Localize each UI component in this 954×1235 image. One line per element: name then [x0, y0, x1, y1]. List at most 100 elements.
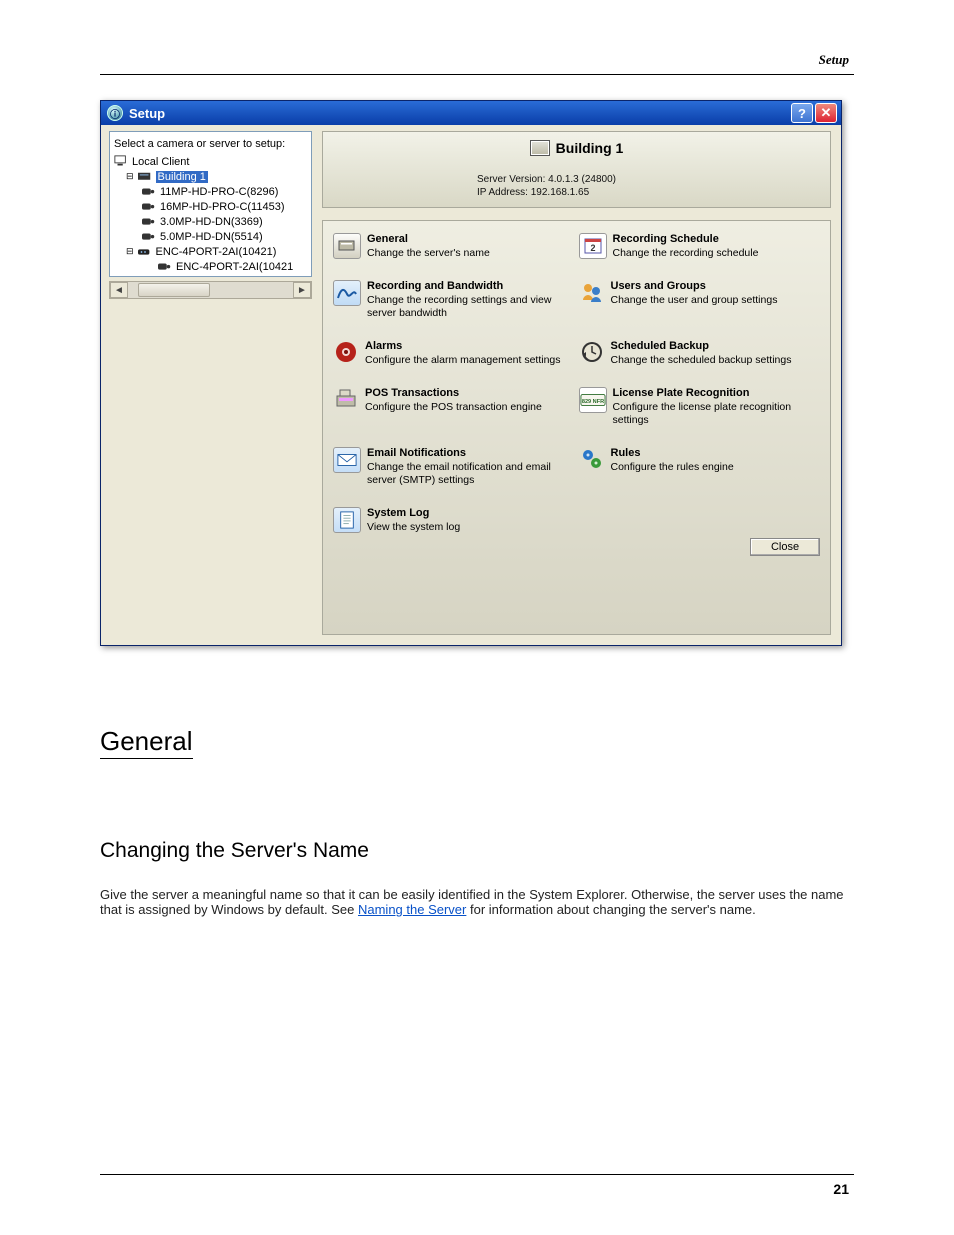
bottom-rule	[100, 1174, 854, 1175]
email-icon	[333, 447, 361, 473]
option-rules[interactable]: RulesConfigure the rules engine	[579, 447, 821, 487]
scroll-thumb[interactable]	[138, 283, 210, 297]
monitor-icon	[114, 156, 128, 168]
alarm-icon	[333, 340, 359, 364]
tree-item-encoder[interactable]: ⊟ ENC-4PORT-2AI(10421)	[126, 244, 309, 259]
option-scheduled-backup[interactable]: Scheduled BackupChange the scheduled bac…	[579, 340, 821, 367]
option-recording-bandwidth[interactable]: Recording and BandwidthChange the record…	[333, 280, 575, 320]
option-title: Scheduled Backup	[611, 340, 792, 354]
gears-icon	[579, 447, 605, 471]
camera-icon	[142, 186, 156, 198]
option-title: General	[367, 233, 490, 247]
camera-icon	[142, 231, 156, 243]
scroll-right-arrow[interactable]: ►	[293, 282, 311, 298]
setup-dialog: ⓘ Setup ? ✕ Select a camera or server to…	[100, 100, 842, 646]
body-paragraph: Give the server a meaningful name so tha…	[100, 887, 854, 917]
tree-horizontal-scrollbar[interactable]: ◄ ►	[109, 281, 312, 299]
camera-icon	[142, 216, 156, 228]
tree-item-label: 11MP-HD-PRO-C(8296)	[160, 186, 278, 198]
option-desc: Change the user and group settings	[611, 294, 778, 306]
tree-item-camera[interactable]: ENC-4PORT-2AI(10421	[158, 259, 309, 274]
tree-item-label: Local Client	[132, 156, 189, 168]
content-title: Building 1	[337, 140, 816, 156]
clock-icon	[579, 340, 605, 364]
expand-icon[interactable]: ⊟	[126, 246, 134, 257]
option-desc: Configure the rules engine	[611, 461, 734, 473]
section-heading-general: General	[100, 726, 193, 759]
page-number: 21	[833, 1181, 849, 1197]
option-title: Email Notifications	[367, 447, 575, 461]
svg-text:829 NFR: 829 NFR	[581, 399, 603, 405]
content-header: Building 1 Server Version: 4.0.1.3 (2480…	[322, 131, 831, 208]
tree-item-camera[interactable]: 5.0MP-HD-DN(5514)	[142, 229, 309, 244]
option-title: POS Transactions	[365, 387, 542, 401]
option-title: Alarms	[365, 340, 561, 354]
tree-item-local-client[interactable]: Local Client	[114, 154, 309, 169]
ip-address-label: IP Address: 192.168.1.65	[477, 187, 816, 200]
option-users-groups[interactable]: Users and GroupsChange the user and grou…	[579, 280, 821, 320]
tree-item-label: ENC-4PORT-2AI(10421)	[156, 246, 277, 258]
tree-item-camera[interactable]: 16MP-HD-PRO-C(11453)	[142, 199, 309, 214]
license-plate-icon: 829 NFR	[579, 387, 607, 413]
users-icon	[579, 280, 605, 304]
tree-item-server[interactable]: ⊟ Building 1	[126, 169, 309, 184]
scroll-left-arrow[interactable]: ◄	[110, 282, 128, 298]
help-button[interactable]: ?	[791, 103, 813, 123]
tree-item-label: 3.0MP-HD-DN(3369)	[160, 216, 263, 228]
option-desc: Change the scheduled backup settings	[611, 354, 792, 366]
server-box-icon	[333, 233, 361, 259]
option-desc: Configure the license plate recognition …	[613, 401, 792, 426]
app-icon: ⓘ	[107, 105, 123, 121]
calendar-icon: 2	[579, 233, 607, 259]
pos-icon	[333, 387, 359, 411]
camera-icon	[158, 261, 172, 273]
log-icon	[333, 507, 361, 533]
tree-item-label: Building 1	[156, 171, 208, 183]
body-text: for information about changing the serve…	[470, 902, 756, 917]
option-title: Recording and Bandwidth	[367, 280, 575, 294]
option-title: License Plate Recognition	[613, 387, 821, 401]
camera-icon	[142, 201, 156, 213]
tree-item-camera[interactable]: 11MP-HD-PRO-C(8296)	[142, 184, 309, 199]
close-window-button[interactable]: ✕	[815, 103, 837, 123]
dialog-title: Setup	[129, 106, 791, 121]
option-email-notifications[interactable]: Email NotificationsChange the email noti…	[333, 447, 575, 487]
option-desc: Change the email notification and email …	[367, 461, 551, 486]
options-panel: GeneralChange the server's name 2 Record…	[322, 220, 831, 635]
close-button[interactable]: Close	[750, 538, 820, 556]
option-title: Recording Schedule	[613, 233, 759, 247]
wave-icon	[333, 280, 361, 306]
device-tree[interactable]: Select a camera or server to setup: Loca…	[109, 131, 312, 277]
tree-item-label: ENC-4PORT-2AI(10421	[176, 261, 293, 273]
tree-item-label: 5.0MP-HD-DN(5514)	[160, 231, 263, 243]
tree-caption: Select a camera or server to setup:	[114, 138, 309, 150]
option-recording-schedule[interactable]: 2 Recording ScheduleChange the recording…	[579, 233, 821, 260]
svg-text:2: 2	[590, 243, 595, 253]
server-icon	[138, 171, 152, 183]
option-alarms[interactable]: AlarmsConfigure the alarm management set…	[333, 340, 575, 367]
tree-item-camera[interactable]: 3.0MP-HD-DN(3369)	[142, 214, 309, 229]
option-desc: Configure the alarm management settings	[365, 354, 561, 366]
scroll-track[interactable]	[128, 283, 293, 297]
option-title: Users and Groups	[611, 280, 778, 294]
section-heading-change-server-name: Changing the Server's Name	[100, 839, 854, 863]
server-version-label: Server Version: 4.0.1.3 (24800)	[477, 174, 816, 187]
server-name-label: Building 1	[556, 140, 624, 156]
option-desc: Configure the POS transaction engine	[365, 401, 542, 413]
top-rule	[100, 74, 854, 75]
option-desc: Change the recording schedule	[613, 247, 759, 259]
option-license-plate-recognition[interactable]: 829 NFR License Plate RecognitionConfigu…	[579, 387, 821, 427]
option-desc: Change the recording settings and view s…	[367, 294, 551, 319]
option-general[interactable]: GeneralChange the server's name	[333, 233, 575, 260]
encoder-icon	[138, 246, 152, 258]
page-header-label: Setup	[819, 52, 849, 68]
option-desc: Change the server's name	[367, 247, 490, 259]
link-naming-the-server[interactable]: Naming the Server	[358, 902, 466, 917]
expand-icon[interactable]: ⊟	[126, 171, 134, 182]
option-pos-transactions[interactable]: POS TransactionsConfigure the POS transa…	[333, 387, 575, 427]
tree-item-label: 16MP-HD-PRO-C(11453)	[160, 201, 285, 213]
option-system-log[interactable]: System LogView the system log	[333, 507, 575, 534]
option-title: System Log	[367, 507, 460, 521]
option-title: Rules	[611, 447, 734, 461]
title-bar[interactable]: ⓘ Setup ? ✕	[101, 101, 841, 125]
